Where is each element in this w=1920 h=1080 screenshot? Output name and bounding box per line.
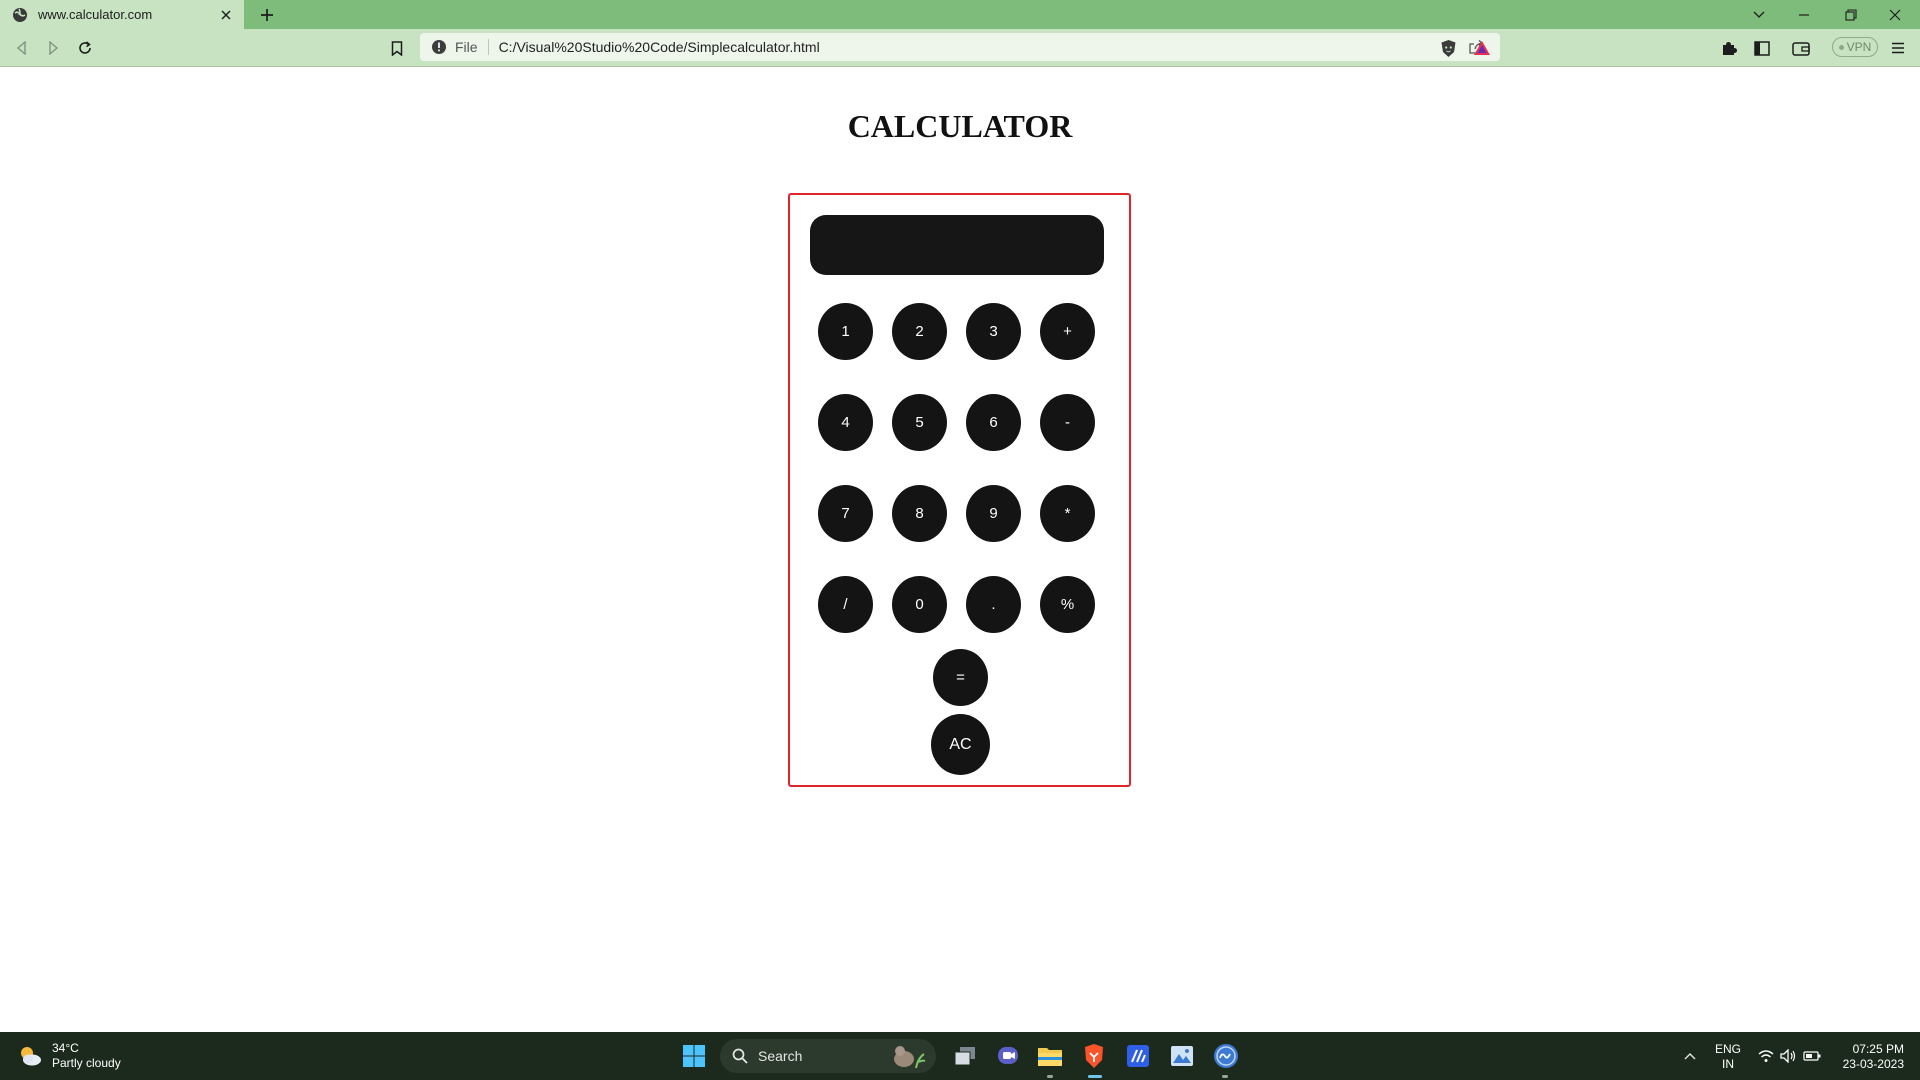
code-editor-icon[interactable] (1124, 1042, 1152, 1070)
key-8[interactable]: 8 (892, 485, 947, 542)
equals-button[interactable]: = (933, 649, 988, 706)
key-plus[interactable]: + (1040, 303, 1095, 360)
key-4[interactable]: 4 (818, 394, 873, 451)
key-multiply[interactable]: * (1040, 485, 1095, 542)
key-1[interactable]: 1 (818, 303, 873, 360)
back-icon[interactable] (12, 38, 32, 58)
search-highlight-icon (888, 1042, 928, 1070)
browser-toolbar: File C:/Visual%20Studio%20Code/Simplecal… (0, 29, 1920, 67)
language-region: IN (1722, 1057, 1734, 1071)
brave-browser-icon[interactable] (1080, 1042, 1108, 1070)
page-title: CALCULATOR (847, 108, 1073, 144)
key-decimal[interactable]: . (966, 576, 1021, 633)
new-tab-icon[interactable] (258, 6, 276, 24)
close-tab-icon[interactable] (218, 7, 234, 23)
running-indicator (1222, 1075, 1228, 1078)
close-window-icon[interactable] (1886, 6, 1904, 24)
address-bar[interactable]: File C:/Visual%20Studio%20Code/Simplecal… (420, 33, 1500, 61)
vpn-label: VPN (1846, 40, 1872, 54)
key-divide[interactable]: / (818, 576, 873, 633)
taskbar: 34°C Partly cloudy Search ENG IN 07:25 P… (0, 1032, 1920, 1080)
brave-shield-icon[interactable] (1438, 38, 1458, 58)
clock-time: 07:25 PM (1852, 1042, 1904, 1056)
task-view-icon[interactable] (951, 1042, 979, 1070)
restore-icon[interactable] (1842, 6, 1860, 24)
minimize-icon[interactable] (1795, 6, 1813, 24)
vpn-button[interactable]: VPN (1832, 37, 1878, 57)
key-5[interactable]: 5 (892, 394, 947, 451)
brave-rewards-icon[interactable] (1472, 38, 1492, 58)
tab-search-chevron-icon[interactable] (1750, 6, 1768, 24)
weather-description: Partly cloudy (52, 1056, 121, 1070)
qbittorrent-icon[interactable] (1212, 1042, 1240, 1070)
windows-start-icon[interactable] (680, 1042, 708, 1070)
partly-cloudy-icon (16, 1042, 44, 1070)
teams-chat-icon[interactable] (994, 1042, 1022, 1070)
language-indicator[interactable]: ENG IN (1715, 1042, 1741, 1072)
wallet-icon[interactable] (1791, 38, 1811, 58)
sidebar-icon[interactable] (1752, 38, 1772, 58)
tab-strip: www.calculator.com (0, 0, 1920, 29)
clock[interactable]: 07:25 PM 23-03-2023 (1834, 1042, 1904, 1072)
key-percent[interactable]: % (1040, 576, 1095, 633)
search-label: Search (758, 1048, 803, 1064)
address-scheme: File (455, 39, 478, 55)
address-divider (487, 39, 489, 55)
key-0[interactable]: 0 (892, 576, 947, 633)
battery-icon[interactable] (1798, 1042, 1826, 1070)
key-6[interactable]: 6 (966, 394, 1021, 451)
tab-title: www.calculator.com (38, 7, 153, 22)
active-app-indicator (1088, 1075, 1102, 1078)
clock-date: 23-03-2023 (1842, 1057, 1904, 1071)
language-code: ENG (1715, 1042, 1742, 1056)
key-3[interactable]: 3 (966, 303, 1021, 360)
reload-icon[interactable] (75, 38, 95, 58)
all-clear-button[interactable]: AC (931, 714, 990, 775)
address-url[interactable]: C:/Visual%20Studio%20Code/Simplecalculat… (499, 39, 1468, 55)
calculator-display[interactable] (810, 215, 1104, 275)
key-7[interactable]: 7 (818, 485, 873, 542)
key-minus[interactable]: - (1040, 394, 1095, 451)
globe-icon (12, 7, 28, 23)
browser-tab[interactable]: www.calculator.com (0, 0, 244, 29)
show-hidden-icons-chevron[interactable] (1676, 1042, 1704, 1070)
weather-widget[interactable]: 34°C Partly cloudy (16, 1041, 121, 1071)
calculator-container: 1 2 3 + 4 5 6 - 7 8 9 * / 0 . % = AC (788, 193, 1131, 787)
forward-icon[interactable] (43, 38, 63, 58)
info-icon[interactable] (431, 39, 447, 55)
menu-icon[interactable] (1888, 38, 1908, 58)
taskbar-search[interactable]: Search (720, 1039, 936, 1073)
bookmark-icon[interactable] (387, 38, 407, 58)
key-2[interactable]: 2 (892, 303, 947, 360)
file-explorer-icon[interactable] (1036, 1042, 1064, 1070)
vpn-status-dot (1838, 44, 1844, 50)
running-indicator (1047, 1075, 1053, 1078)
search-icon (732, 1048, 748, 1064)
photos-icon[interactable] (1168, 1042, 1196, 1070)
weather-temperature: 34°C (52, 1041, 79, 1055)
extensions-icon[interactable] (1719, 38, 1739, 58)
key-9[interactable]: 9 (966, 485, 1021, 542)
